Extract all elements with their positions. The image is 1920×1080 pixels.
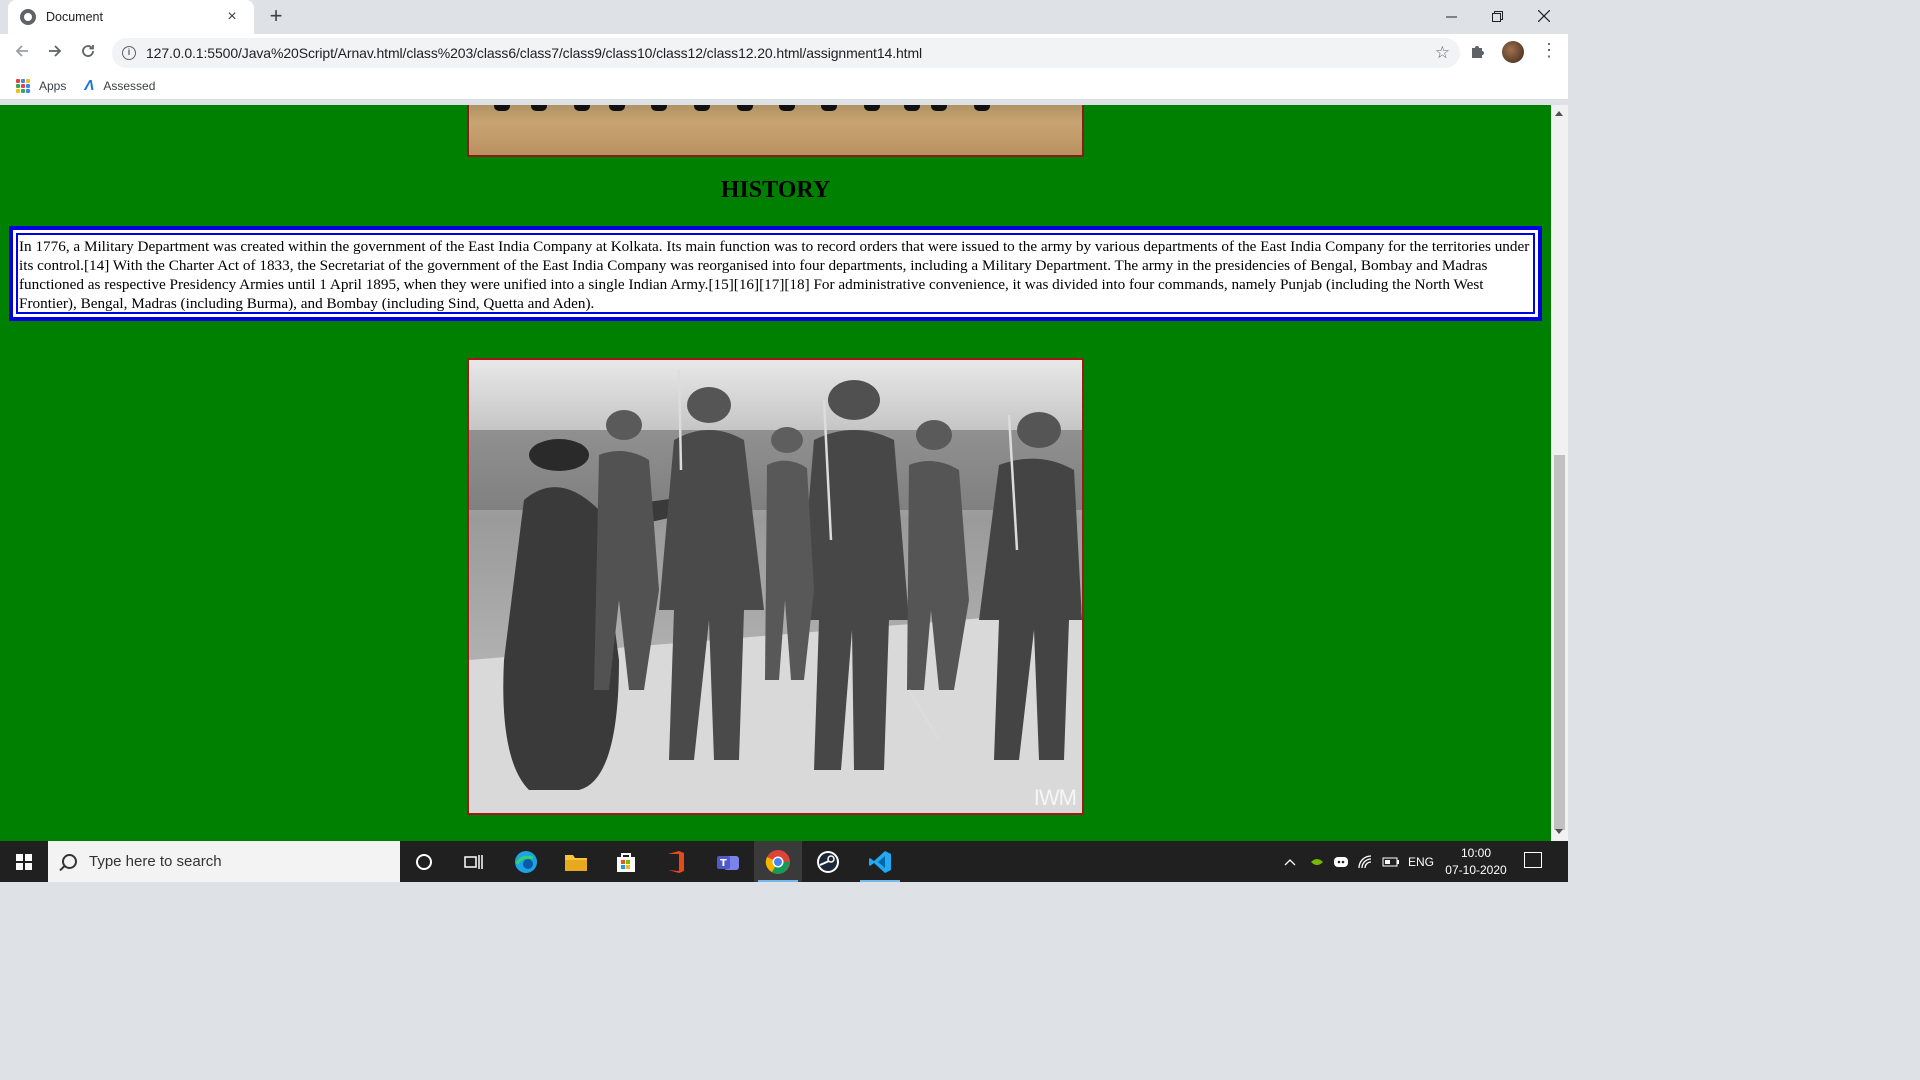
clock-date: 07-10-2020 — [1445, 863, 1507, 877]
apps-grid-icon — [16, 78, 30, 93]
page-viewport: HISTORY In 1776, a Military Department w… — [0, 105, 1551, 841]
scroll-up-icon[interactable] — [1555, 111, 1563, 116]
minimize-icon — [1445, 16, 1457, 17]
close-tab-icon[interactable]: × — [222, 8, 242, 26]
office-icon — [668, 850, 684, 873]
scroll-thumb[interactable] — [1554, 455, 1565, 830]
taskbar-steam[interactable] — [804, 841, 852, 882]
profile-avatar[interactable] — [1502, 41, 1524, 63]
action-center-icon[interactable] — [1524, 852, 1542, 868]
search-placeholder: Type here to search — [89, 853, 222, 870]
taskbar-teams[interactable]: T — [704, 841, 752, 882]
taskbar-chrome[interactable] — [754, 841, 802, 882]
restore-button[interactable] — [1474, 0, 1520, 32]
folder-icon — [565, 854, 587, 871]
teams-icon: T — [717, 855, 739, 870]
task-view-button[interactable] — [450, 841, 498, 882]
bookmark-assessed[interactable]: Λ Assessed — [84, 77, 155, 94]
taskbar-search-box[interactable]: Type here to search — [48, 841, 400, 882]
history-paragraph-box: In 1776, a Military Department was creat… — [9, 226, 1542, 321]
photo-watermark: IWM — [1033, 785, 1077, 810]
bookmark-apps[interactable]: Apps — [16, 78, 67, 93]
bookmark-label: Assessed — [103, 78, 156, 93]
nvidia-tray-icon[interactable] — [1310, 841, 1324, 882]
info-icon[interactable]: i — [122, 46, 136, 60]
search-icon — [62, 854, 77, 869]
photo-illustration — [469, 360, 1082, 813]
assessed-icon: Λ — [84, 77, 95, 94]
steam-icon — [817, 850, 839, 873]
minimize-button[interactable] — [1428, 0, 1474, 32]
edge-icon — [515, 850, 537, 873]
cortana-circle-icon — [416, 853, 432, 870]
chrome-icon — [765, 849, 790, 874]
reload-button[interactable] — [75, 40, 101, 66]
history-paragraph: In 1776, a Military Department was creat… — [16, 233, 1535, 314]
close-window-button[interactable] — [1521, 0, 1567, 32]
wifi-icon[interactable] — [1358, 841, 1374, 882]
globe-icon — [20, 9, 36, 25]
vscode-icon — [869, 850, 891, 873]
task-view-icon — [464, 854, 483, 869]
bookmark-star-icon[interactable]: ☆ — [1435, 43, 1450, 63]
reload-icon — [82, 45, 94, 57]
browser-toolbar: i 127.0.0.1:5500/Java%20Script/Arnav.htm… — [0, 34, 1568, 72]
extensions-puzzle-icon[interactable] — [1469, 42, 1487, 65]
start-button[interactable] — [0, 841, 48, 882]
scroll-down-icon[interactable] — [1555, 829, 1563, 834]
discord-tray-icon[interactable] — [1333, 841, 1349, 882]
taskbar-edge[interactable] — [502, 841, 550, 882]
taskbar-file-explorer[interactable] — [552, 841, 600, 882]
cortana-button[interactable] — [400, 841, 448, 882]
taskbar-vscode[interactable] — [856, 841, 904, 882]
language-indicator[interactable]: ENG — [1408, 841, 1434, 882]
bookmarks-bar: Apps Λ Assessed — [0, 72, 1568, 100]
show-hidden-icons[interactable] — [1284, 841, 1296, 882]
chevron-up-icon — [1284, 858, 1296, 865]
store-bag-icon — [617, 852, 635, 872]
arrow-left-icon — [15, 45, 28, 57]
clock-time: 10:00 — [1460, 846, 1492, 860]
close-icon — [1538, 10, 1550, 22]
sikh-soldiers-march-image: IWM — [467, 358, 1084, 815]
menu-kebab-icon[interactable]: ⋮ — [1540, 40, 1558, 61]
svg-text:T: T — [720, 858, 727, 869]
page-heading: HISTORY — [720, 177, 831, 203]
arrow-right-icon — [49, 45, 62, 57]
new-tab-button[interactable]: + — [264, 5, 288, 29]
bookmark-label: Apps — [39, 78, 67, 93]
address-bar[interactable]: i 127.0.0.1:5500/Java%20Script/Arnav.htm… — [112, 38, 1460, 68]
forward-button[interactable] — [42, 40, 68, 66]
soldiers-parade-image — [467, 105, 1084, 157]
taskbar-clock[interactable]: 10:00 07-10-2020 — [1440, 845, 1512, 879]
tab-strip: Document × + — [0, 0, 1568, 34]
tab-title: Document — [46, 10, 103, 24]
windows-logo-icon — [16, 853, 32, 870]
taskbar-store[interactable] — [602, 841, 650, 882]
page-scrollbar[interactable] — [1551, 105, 1568, 841]
url-text[interactable]: 127.0.0.1:5500/Java%20Script/Arnav.html/… — [146, 45, 922, 61]
browser-tab[interactable]: Document × — [8, 0, 254, 34]
taskbar-office[interactable] — [652, 841, 700, 882]
battery-icon[interactable] — [1382, 841, 1400, 882]
windows-taskbar: Type here to search T ENG 10:00 07-10-20… — [0, 841, 1568, 882]
restore-icon — [1491, 10, 1503, 22]
back-button[interactable] — [9, 40, 35, 66]
